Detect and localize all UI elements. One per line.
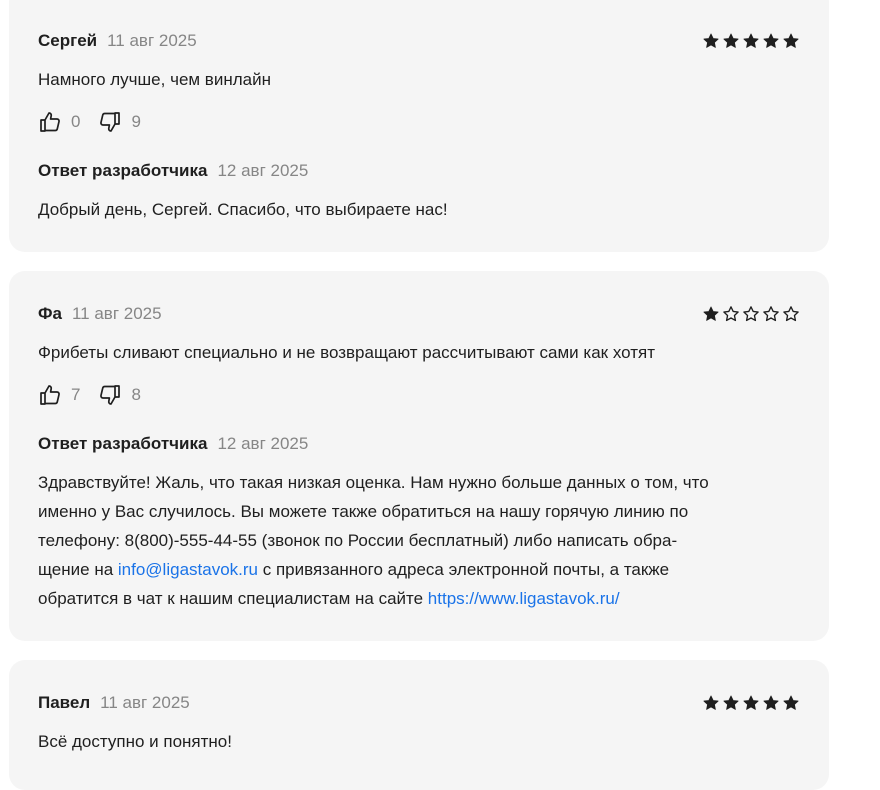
thumbs-down-icon xyxy=(100,112,121,132)
dislike-count: 8 xyxy=(131,385,141,404)
star-filled-icon xyxy=(703,306,719,321)
star-filled-icon xyxy=(763,33,779,48)
star-filled-icon xyxy=(763,695,779,710)
review-author: Павел xyxy=(38,693,91,712)
review-date: 11 авг 2025 xyxy=(100,693,190,712)
thumbs-up-icon xyxy=(40,385,60,405)
star-filled-icon xyxy=(703,695,719,710)
reply-line: именно у Вас случилось. Вы можете также … xyxy=(38,502,689,521)
reply-line: телефону: 8(800)-555-44-55 (звонок по Ро… xyxy=(38,531,678,550)
review-header: Сергей 11 авг 2025 xyxy=(38,29,800,53)
review-header: Фа 11 авг 2025 xyxy=(38,302,800,326)
reply-line: обратится в чат к нашим специалистам на … xyxy=(38,584,828,613)
reply-text-part: обратится в чат к нашим специалистам на … xyxy=(38,589,428,608)
thumbs-up-icon xyxy=(40,112,60,132)
rating-stars xyxy=(702,305,800,323)
review-card: Павел 11 авг 2025 Всё доступно и понятно… xyxy=(9,660,829,790)
star-empty-icon xyxy=(723,306,739,322)
developer-reply-text: Добрый день, Сергей. Спасибо, что выбира… xyxy=(38,200,448,219)
reply-text-part: с привязанного адреса электронной почты,… xyxy=(258,560,670,579)
star-empty-icon xyxy=(763,306,779,322)
like-button[interactable]: 0 xyxy=(38,110,80,134)
review-date: 11 авг 2025 xyxy=(107,31,197,50)
developer-reply-header: Ответ разработчика 12 авг 2025 xyxy=(38,159,308,183)
developer-reply-text: Здравствуйте! Жаль, что такая низкая оце… xyxy=(38,468,828,613)
thumbs-down-icon xyxy=(100,385,121,405)
star-filled-icon xyxy=(743,33,759,48)
star-filled-icon xyxy=(783,695,799,710)
developer-reply-title: Ответ разработчика xyxy=(38,161,208,180)
star-filled-icon xyxy=(723,695,739,710)
like-count: 0 xyxy=(71,112,81,131)
star-filled-icon xyxy=(783,33,799,48)
developer-reply-date: 12 авг 2025 xyxy=(217,161,309,180)
like-count: 7 xyxy=(71,385,81,404)
reply-line: Здравствуйте! Жаль, что такая низкая оце… xyxy=(38,473,709,492)
like-button[interactable]: 7 xyxy=(38,383,80,407)
star-filled-icon xyxy=(703,33,719,48)
developer-reply-title: Ответ разработчика xyxy=(38,434,208,453)
developer-reply-header: Ответ разработчика 12 авг 2025 xyxy=(38,432,308,456)
review-card: Фа 11 авг 2025 Фрибеты сливают специальн… xyxy=(9,271,829,641)
review-text: Фрибеты сливают специально и не возвраща… xyxy=(38,343,655,362)
review-text: Намного лучше, чем винлайн xyxy=(38,70,271,89)
review-header: Павел 11 авг 2025 xyxy=(38,691,800,715)
star-empty-icon xyxy=(743,306,759,322)
reply-line: щение на info@ligastavok.ru с привязанно… xyxy=(38,555,828,584)
star-filled-icon xyxy=(723,33,739,48)
star-filled-icon xyxy=(743,695,759,710)
review-votes: 0 9 xyxy=(38,108,159,136)
review-author: Сергей xyxy=(38,31,98,50)
dislike-count: 9 xyxy=(131,112,141,131)
review-votes: 7 8 xyxy=(38,381,159,409)
dislike-button[interactable]: 9 xyxy=(98,110,141,134)
developer-reply-date: 12 авг 2025 xyxy=(217,434,309,453)
email-link[interactable]: info@ligastavok.ru xyxy=(118,560,258,579)
reply-text-part: щение на xyxy=(38,560,118,579)
rating-stars xyxy=(702,32,800,50)
review-text: Всё доступно и понятно! xyxy=(38,732,232,751)
review-card: Сергей 11 авг 2025 Намного лучше, чем ви… xyxy=(9,0,829,252)
review-date: 11 авг 2025 xyxy=(71,304,162,323)
site-link[interactable]: https://www.ligastavok.ru/ xyxy=(428,589,620,608)
star-empty-icon xyxy=(783,306,799,322)
rating-stars xyxy=(702,694,800,712)
dislike-button[interactable]: 8 xyxy=(98,383,141,407)
review-author: Фа xyxy=(38,304,62,323)
